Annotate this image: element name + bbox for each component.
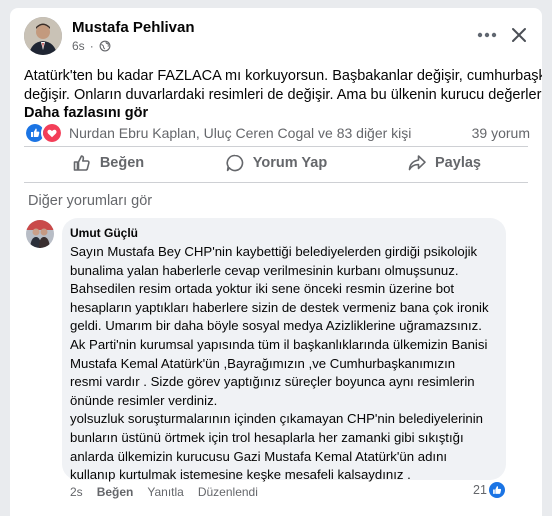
share-button[interactable]: Paylaş (360, 146, 528, 180)
comment-edited-label: Düzenlendi (197, 485, 258, 499)
share-icon (408, 155, 426, 171)
close-icon (512, 28, 526, 42)
comment-bubble: Umut Güçlü Sayın Mustafa Bey CHP'nin kay… (62, 218, 506, 482)
reactions-names[interactable]: Nurdan Ebru Kaplan, Uluç Ceren Cogal ve … (69, 125, 411, 141)
love-reaction-icon (41, 122, 63, 144)
like-button[interactable]: Beğen (24, 146, 192, 180)
comment-like-button[interactable]: Beğen (97, 485, 134, 499)
ellipsis-icon (477, 32, 497, 38)
comment-text: Sayın Mustafa Bey CHP'nin kaybettiği bel… (70, 243, 489, 485)
comment-line: hesapların yaptıkları haberlere sizin de… (70, 299, 489, 315)
comment-button[interactable]: Yorum Yap (192, 146, 360, 180)
comment-line: anlarda ülkemizin kurucusu Gazi Mustafa … (70, 448, 448, 464)
divider (24, 182, 528, 183)
post-header: Mustafa Pehlivan 6s · (10, 8, 542, 64)
comment-line: bunların üstünü örtmek için trol hesapla… (70, 429, 464, 445)
post-text-line: Atatürk'ten bu kadar FAZLACA mı korkuyor… (24, 68, 542, 84)
commenter-name[interactable]: Umut Güçlü (70, 226, 138, 240)
comment-line: Bahsedilen resim ortada yoktur iki sene … (70, 281, 455, 297)
dot-separator: · (89, 39, 94, 53)
like-badge-icon (488, 482, 505, 498)
comment-like-count: 21 (473, 483, 487, 497)
like-label: Beğen (99, 155, 145, 171)
reactions-bar: Nurdan Ebru Kaplan, Uluç Ceren Cogal ve … (24, 121, 530, 145)
comment-count[interactable]: 39 yorum (472, 125, 530, 141)
comment-line: bunalima yalan haberlerle cevap verilmes… (70, 262, 459, 278)
post-text-line: değişir. Onların duvarlardaki resimleri … (24, 87, 542, 103)
comment-line: Sayın Mustafa Bey CHP'nin kaybettiği bel… (70, 244, 478, 259)
comment-line: yolsuzluk soruşturmalarının içinden çıka… (70, 411, 483, 427)
commenter-avatar[interactable] (26, 220, 54, 248)
comment-line: önünde resimler verdiniz. (70, 392, 218, 408)
thumbs-up-icon (73, 155, 90, 171)
comment-line: kullanıp kurtulmak istemesine keşke mesa… (70, 467, 411, 483)
comment-icon (226, 154, 244, 172)
post-meta: 6s · (72, 39, 111, 53)
comment-line: Mustafa Kemal Atatürk'ün ,Bayrağımızın ,… (70, 355, 456, 371)
author-avatar[interactable] (24, 17, 62, 55)
comment-line: Ak Parti'nin kurumsal yapısında tüm il b… (70, 336, 488, 352)
reaction-icons[interactable] (24, 122, 63, 144)
close-button[interactable] (506, 22, 532, 48)
comment-likes[interactable]: 21 (473, 482, 505, 498)
post-card: Mustafa Pehlivan 6s · Atatürk'ten bu kad… (10, 8, 542, 516)
comment-actions: 2s Beğen Yanıtla Düzenlendi (70, 485, 258, 499)
comment-time[interactable]: 2s (70, 485, 83, 499)
post-time[interactable]: 6s (72, 39, 85, 53)
comment-line: geldi. Umarım bir daha böyle sosyal medy… (70, 318, 482, 334)
share-label: Paylaş (435, 155, 481, 171)
post-text: Atatürk'ten bu kadar FAZLACA mı korkuyor… (24, 67, 542, 105)
post-actions: Beğen Yorum Yap Paylaş (24, 146, 528, 180)
globe-icon (99, 40, 111, 52)
other-comments-link[interactable]: Diğer yorumları gör (28, 193, 152, 209)
more-options-button[interactable] (476, 24, 498, 46)
post-author-name[interactable]: Mustafa Pehlivan (72, 19, 195, 36)
comment-label: Yorum Yap (252, 155, 328, 171)
comment-line: resmi vardır . Sizde görev yaptığınız sü… (70, 374, 475, 390)
comment-reply-button[interactable]: Yanıtla (147, 485, 183, 499)
see-more-link[interactable]: Daha fazlasını gör (24, 105, 148, 121)
